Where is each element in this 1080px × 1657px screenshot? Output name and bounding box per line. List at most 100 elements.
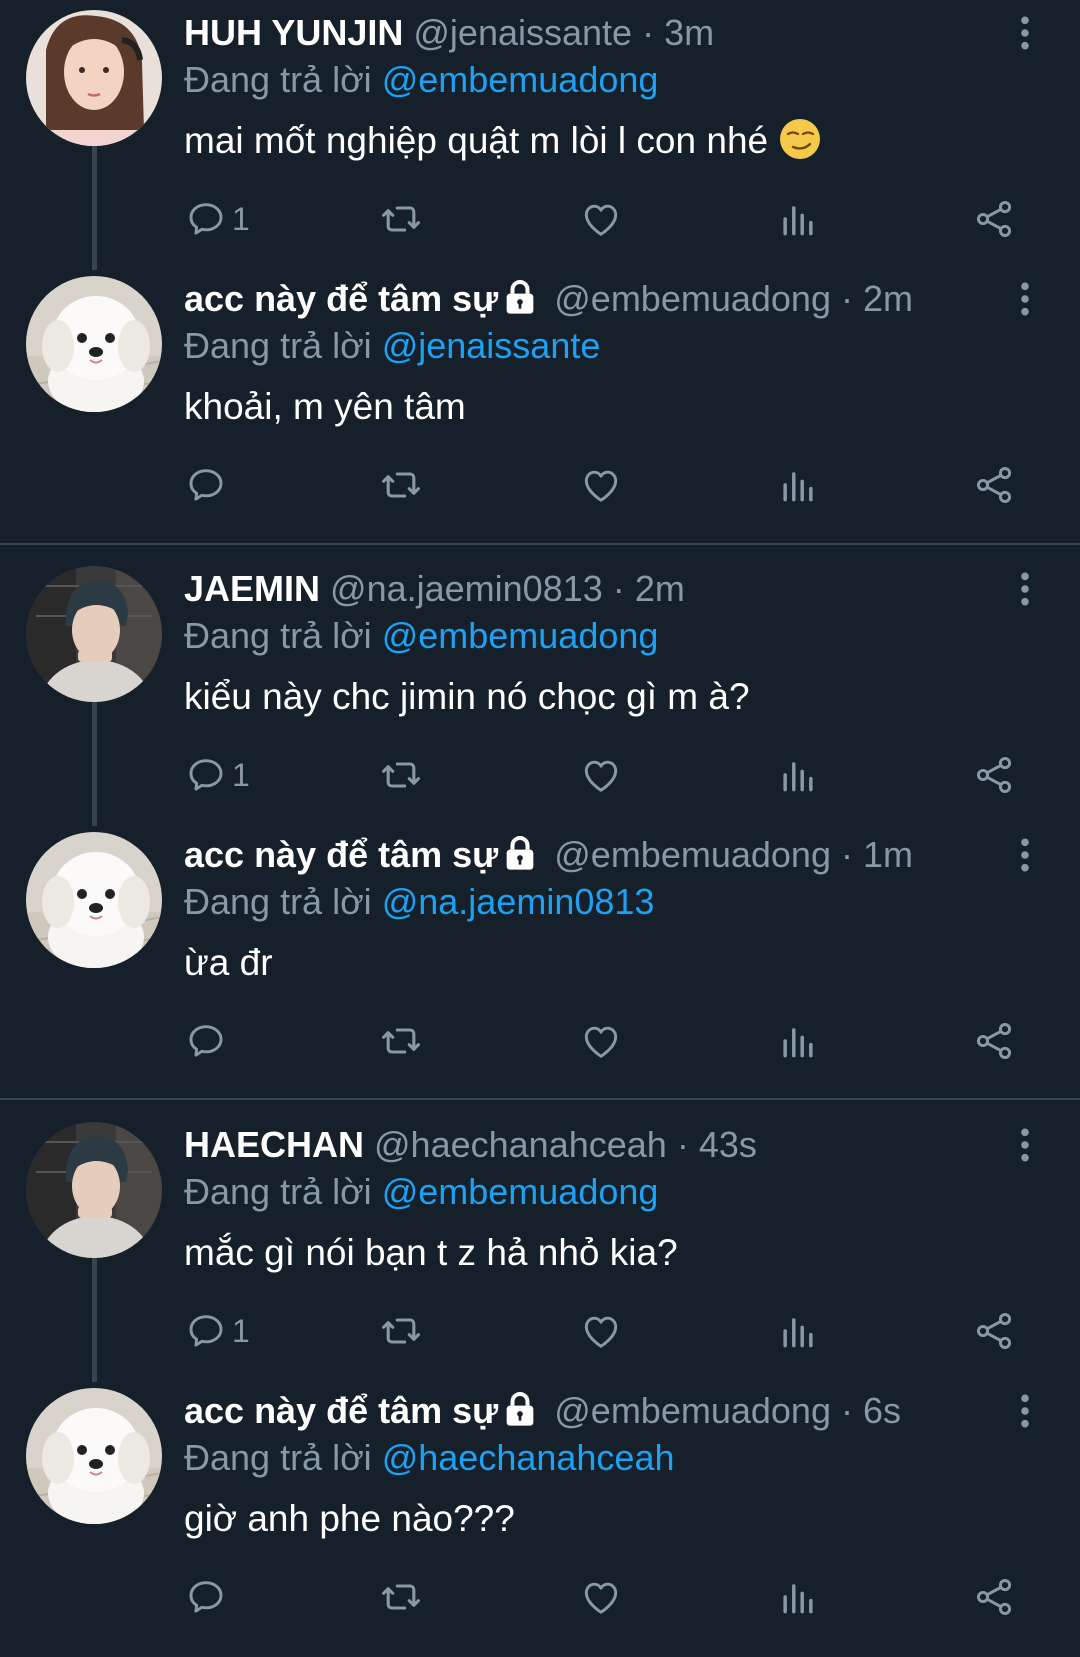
retweet-button[interactable] [379,463,423,507]
tweet-text: kiểu này chc jimin nó chọc gì m à? [184,676,750,717]
man-portrait-avatar [26,566,162,702]
retweet-icon [379,197,423,241]
reply-button[interactable]: 1 [184,197,250,241]
avatar[interactable] [26,832,162,968]
reply-mention-link[interactable]: @jenaissante [382,325,601,366]
analytics-icon [776,463,820,507]
share-button[interactable] [972,1019,1016,1063]
tweet[interactable]: JAEMIN @na.jaemin0813 · 2m Đang trả lời … [0,556,1080,834]
like-button[interactable] [579,1019,623,1063]
user-handle[interactable]: @embemuadong [554,278,831,319]
reply-icon [184,197,228,241]
reply-button[interactable]: 1 [184,1309,250,1353]
analytics-button[interactable] [776,1575,820,1619]
more-options-icon[interactable] [1010,1392,1040,1430]
like-button[interactable] [579,753,623,797]
user-handle[interactable]: @haechanahceah [374,1124,667,1165]
reply-context: Đang trả lời @jenaissante [184,323,600,369]
tweet[interactable]: HAECHAN @haechanahceah · 43s Đang trả lờ… [0,1112,1080,1390]
like-button[interactable] [579,463,623,507]
reply-button[interactable] [184,463,228,507]
action-bar [184,1575,1044,1619]
tweet[interactable]: acc này để tâm sự @embemuadong · 1m Đang… [0,822,1080,1100]
retweet-button[interactable] [379,1019,423,1063]
share-button[interactable] [972,463,1016,507]
tweet[interactable]: HUH YUNJIN @jenaissante · 3m Đang trả lờ… [0,0,1080,278]
timestamp[interactable]: 6s [863,1390,901,1431]
share-button[interactable] [972,1575,1016,1619]
display-name[interactable]: HAECHAN [184,1124,364,1165]
tweet[interactable]: acc này để tâm sự @embemuadong · 2m Đang… [0,266,1080,544]
reply-prefix: Đang trả lời [184,1171,372,1212]
display-name[interactable]: HUH YUNJIN [184,12,403,53]
analytics-button[interactable] [776,197,820,241]
heart-icon [579,463,623,507]
timestamp[interactable]: 1m [863,834,913,875]
timestamp[interactable]: 2m [863,278,913,319]
tweet[interactable]: acc này để tâm sự @embemuadong · 6s Đang… [0,1378,1080,1656]
retweet-button[interactable] [379,1575,423,1619]
reply-button[interactable] [184,1019,228,1063]
timestamp[interactable]: 3m [664,12,714,53]
reply-mention-link[interactable]: @embemuadong [382,59,659,100]
like-button[interactable] [579,1575,623,1619]
tweet-header: HAECHAN @haechanahceah · 43s [184,1122,757,1168]
tweet-text: khoải, m yên tâm [184,386,466,427]
avatar[interactable] [26,1388,162,1524]
like-button[interactable] [579,1309,623,1353]
share-icon [972,1019,1016,1063]
timestamp[interactable]: 43s [699,1124,757,1165]
more-options-icon[interactable] [1010,1126,1040,1164]
more-options-icon[interactable] [1010,14,1040,52]
share-button[interactable] [972,197,1016,241]
analytics-button[interactable] [776,463,820,507]
reply-button[interactable]: 1 [184,753,250,797]
analytics-button[interactable] [776,753,820,797]
share-button[interactable] [972,1309,1016,1353]
user-handle[interactable]: @jenaissante [413,12,632,53]
retweet-button[interactable] [379,1309,423,1353]
display-name[interactable]: acc này để tâm sự [184,278,498,319]
reply-mention-link[interactable]: @na.jaemin0813 [382,881,655,922]
tweet-header: JAEMIN @na.jaemin0813 · 2m [184,566,685,612]
more-options-icon[interactable] [1010,280,1040,318]
action-bar [184,1019,1044,1063]
timestamp[interactable]: 2m [635,568,685,609]
reply-prefix: Đang trả lời [184,1437,372,1478]
tweet-header: acc này để tâm sự @embemuadong · 6s [184,1388,901,1434]
analytics-icon [776,197,820,241]
reply-mention-link[interactable]: @embemuadong [382,615,659,656]
avatar[interactable] [26,566,162,702]
more-options-icon[interactable] [1010,836,1040,874]
reply-mention-link[interactable]: @embemuadong [382,1171,659,1212]
display-name[interactable]: acc này để tâm sự [184,1390,498,1431]
analytics-button[interactable] [776,1309,820,1353]
user-handle[interactable]: @embemuadong [554,834,831,875]
display-name[interactable]: JAEMIN [184,568,320,609]
share-button[interactable] [972,753,1016,797]
analytics-button[interactable] [776,1019,820,1063]
tweet-text: giờ anh phe nào??? [184,1498,515,1539]
retweet-button[interactable] [379,197,423,241]
retweet-button[interactable] [379,753,423,797]
reply-mention-link[interactable]: @haechanahceah [382,1437,675,1478]
avatar[interactable] [26,10,162,146]
like-button[interactable] [579,197,623,241]
avatar[interactable] [26,1122,162,1258]
lock-icon [500,833,540,873]
share-icon [972,1309,1016,1353]
separator-dot: · [642,12,655,53]
display-name[interactable]: acc này để tâm sự [184,834,498,875]
share-icon [972,197,1016,241]
user-handle[interactable]: @na.jaemin0813 [330,568,603,609]
retweet-icon [379,1309,423,1353]
reply-icon [184,1019,228,1063]
avatar[interactable] [26,276,162,412]
action-bar [184,463,1044,507]
tweet-header: acc này để tâm sự @embemuadong · 1m [184,832,913,878]
reply-button[interactable] [184,1575,228,1619]
more-options-icon[interactable] [1010,570,1040,608]
reply-prefix: Đang trả lời [184,59,372,100]
user-handle[interactable]: @embemuadong [554,1390,831,1431]
reply-icon [184,753,228,797]
